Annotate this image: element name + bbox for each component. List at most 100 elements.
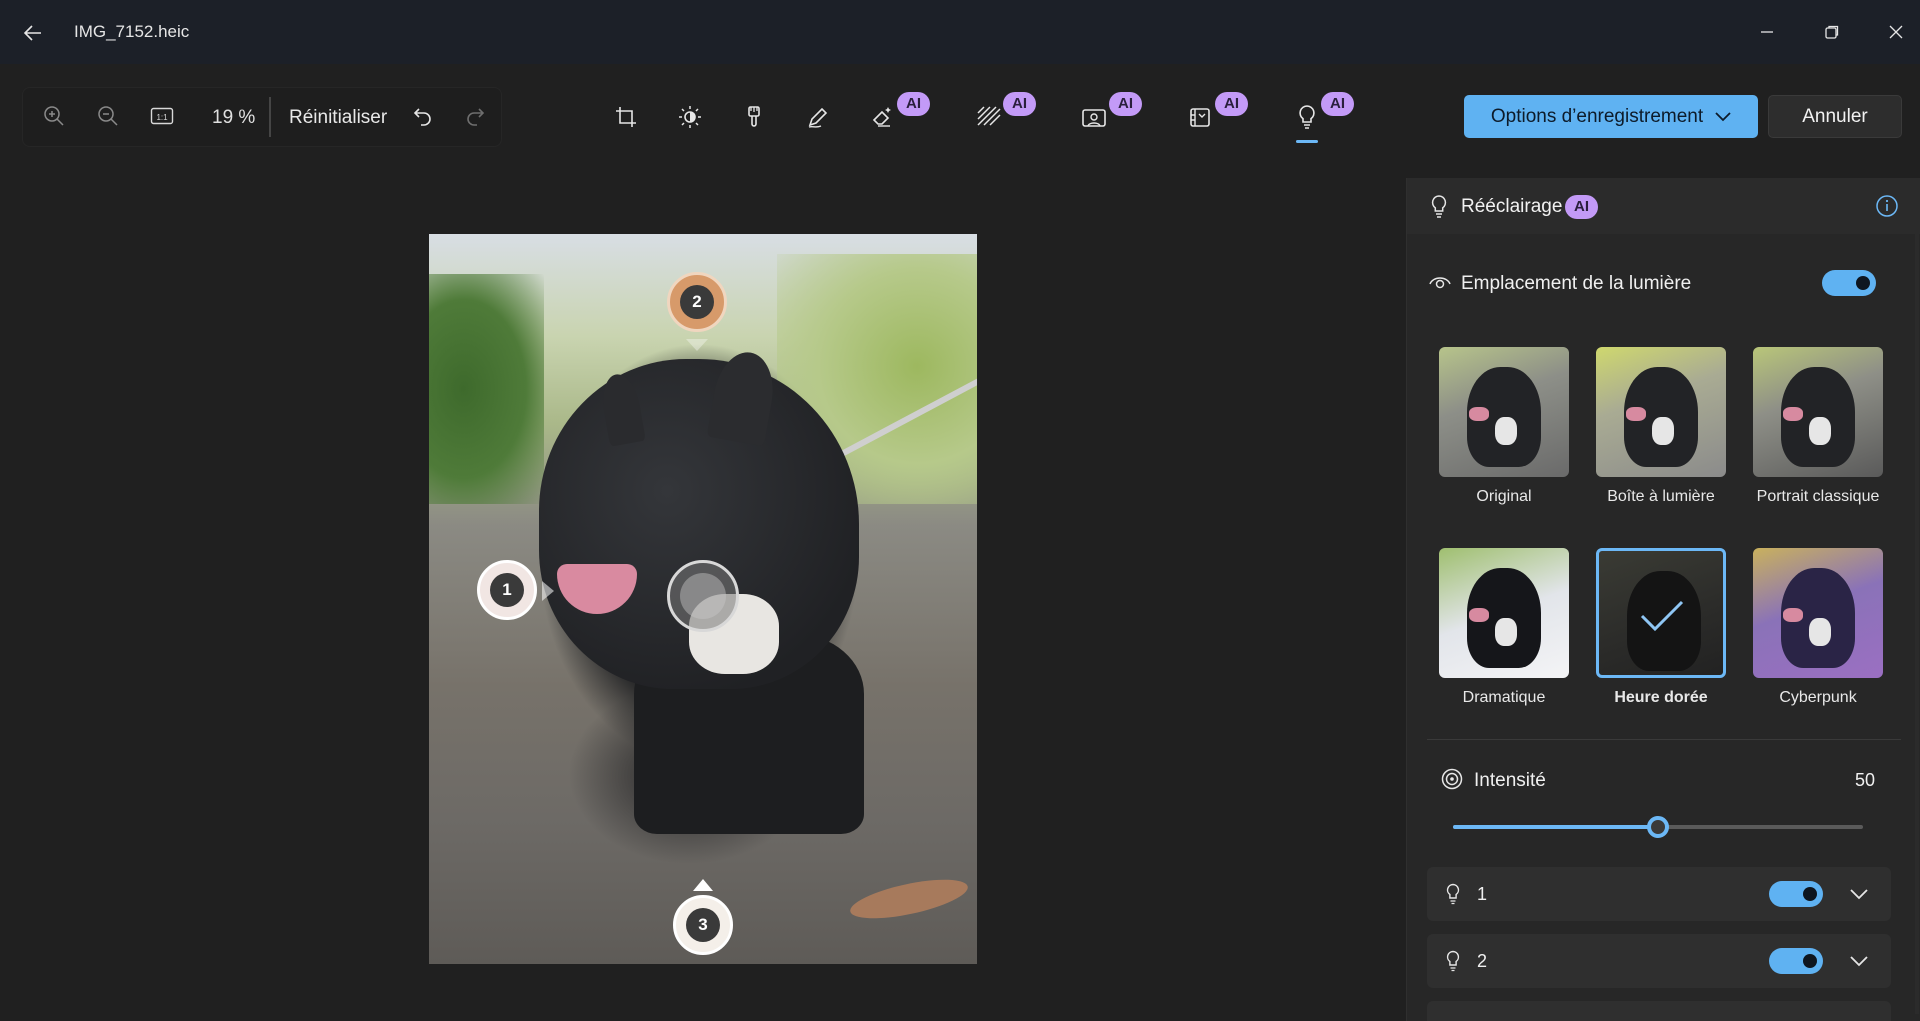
- zoom-out-button[interactable]: [91, 99, 125, 133]
- restore-button[interactable]: [1812, 14, 1852, 50]
- eye-icon: [1429, 277, 1451, 289]
- blur-icon: [977, 106, 1001, 126]
- chevron-down-icon[interactable]: [1847, 949, 1871, 973]
- intensity-slider-thumb[interactable]: [1647, 816, 1669, 838]
- filter-tool-button[interactable]: [735, 98, 773, 136]
- marker-direction-down-icon: [686, 339, 708, 351]
- light-2-toggle[interactable]: [1769, 948, 1823, 974]
- photo-hedge: [429, 274, 544, 504]
- toolbar-divider: [269, 97, 271, 137]
- blur-ai-badge: AI: [1003, 92, 1036, 116]
- minimize-icon: [1761, 31, 1773, 33]
- light-row-3[interactable]: [1427, 1001, 1891, 1021]
- lightbulb-icon: [1431, 195, 1447, 218]
- light-position-handle[interactable]: [667, 560, 739, 632]
- preset-thumbnail-tongue: [1626, 407, 1646, 421]
- close-button[interactable]: [1876, 14, 1916, 50]
- background-ai-badge: AI: [1109, 92, 1142, 116]
- preset-lightbox[interactable]: [1596, 347, 1726, 477]
- light-handle-inner: [680, 573, 726, 619]
- preset-label: Heure dorée: [1614, 689, 1708, 706]
- chevron-down-icon: [1715, 111, 1731, 121]
- style-tool-button[interactable]: [1181, 98, 1219, 136]
- portrait-background-icon: [1082, 109, 1106, 127]
- marker-direction-right-icon: [542, 581, 554, 601]
- preset-cyberpunk[interactable]: [1753, 548, 1883, 678]
- minimize-button[interactable]: [1747, 14, 1787, 50]
- panel-title: Rééclairage: [1461, 196, 1563, 217]
- target-icon: [1441, 768, 1463, 790]
- preset-dramatic[interactable]: [1439, 548, 1569, 678]
- filter-brush-icon: [748, 106, 760, 127]
- preset-thumbnail-chest: [1652, 417, 1674, 445]
- preset-thumbnail-chest: [1495, 618, 1517, 646]
- save-options-label: Options d’enregistrement: [1490, 105, 1704, 127]
- panel-ai-badge: AI: [1565, 195, 1598, 219]
- light-marker-3[interactable]: 3: [673, 895, 733, 955]
- title-bar: IMG_7152.heic: [0, 0, 1920, 64]
- toggle-knob: [1803, 887, 1817, 901]
- preset-label: Original: [1476, 488, 1532, 505]
- photo-leaf: [847, 871, 971, 927]
- undo-button[interactable]: [406, 99, 440, 133]
- light-row-2[interactable]: 2: [1427, 934, 1891, 988]
- actual-size-button[interactable]: 1:1: [145, 99, 179, 133]
- actual-size-icon: 1:1: [150, 107, 174, 125]
- chevron-down-icon[interactable]: [1847, 882, 1871, 906]
- panel-scrollbar[interactable]: [1915, 234, 1919, 1014]
- intensity-value: 50: [1855, 770, 1876, 790]
- lightbulb-icon: [1299, 105, 1315, 129]
- checkmark-icon: [1640, 600, 1684, 632]
- marker-direction-up-icon: [693, 879, 713, 891]
- undo-icon: [413, 108, 431, 126]
- preset-thumbnail-tongue: [1469, 608, 1489, 622]
- back-button[interactable]: [18, 18, 48, 48]
- save-options-button[interactable]: Options d’enregistrement: [1464, 95, 1758, 138]
- zoom-out-icon: [98, 106, 118, 126]
- preset-thumbnail-chest: [1809, 417, 1831, 445]
- preset-classic-portrait[interactable]: [1753, 347, 1883, 477]
- light-1-toggle[interactable]: [1769, 881, 1823, 907]
- light-marker-1[interactable]: 1: [477, 560, 537, 620]
- preset-label: Dramatique: [1462, 689, 1546, 706]
- preset-thumbnail-tongue: [1783, 608, 1803, 622]
- pen-icon: [808, 107, 828, 128]
- light-marker-number: 1: [490, 573, 524, 607]
- adjust-tool-button[interactable]: [671, 98, 709, 136]
- light-placement-toggle[interactable]: [1822, 270, 1876, 296]
- preset-label: Cyberpunk: [1779, 689, 1857, 706]
- erase-tool-button[interactable]: [863, 98, 901, 136]
- crop-tool-button[interactable]: [607, 98, 645, 136]
- light-row-label: 1: [1477, 884, 1488, 904]
- preset-thumbnail-tongue: [1469, 407, 1489, 421]
- light-placement-label: Emplacement de la lumière: [1461, 273, 1692, 294]
- light-marker-number: 2: [680, 285, 714, 319]
- toggle-knob: [1803, 954, 1817, 968]
- lightbulb-icon: [1446, 883, 1460, 905]
- preset-golden-hour[interactable]: [1596, 548, 1726, 678]
- eraser-sparkle-icon: [872, 107, 891, 127]
- intensity-slider-fill: [1453, 825, 1658, 829]
- reset-button[interactable]: Réinitialiser: [289, 107, 387, 129]
- active-tool-indicator: [1296, 140, 1318, 143]
- crop-icon: [616, 107, 636, 127]
- redo-button[interactable]: [458, 99, 492, 133]
- markup-tool-button[interactable]: [799, 98, 837, 136]
- brightness-icon: [679, 106, 701, 128]
- zoom-level: 19 %: [212, 107, 256, 128]
- cancel-button[interactable]: Annuler: [1768, 95, 1902, 138]
- photo-canvas[interactable]: 2 1 3: [429, 234, 977, 964]
- light-row-1[interactable]: 1: [1427, 867, 1891, 921]
- arrow-left-icon: [23, 25, 41, 41]
- light-marker-2[interactable]: 2: [667, 272, 727, 332]
- style-ai-badge: AI: [1215, 92, 1248, 116]
- background-tool-button[interactable]: [1075, 98, 1113, 136]
- zoom-in-button[interactable]: [37, 99, 71, 133]
- preset-label: Boîte à lumière: [1607, 488, 1715, 505]
- preset-original[interactable]: [1439, 347, 1569, 477]
- info-icon[interactable]: [1875, 194, 1899, 218]
- preset-thumbnail-chest: [1495, 417, 1517, 445]
- intensity-slider[interactable]: [1453, 816, 1863, 838]
- close-icon: [1889, 25, 1903, 39]
- panel-header: Rééclairage AI: [1407, 178, 1920, 234]
